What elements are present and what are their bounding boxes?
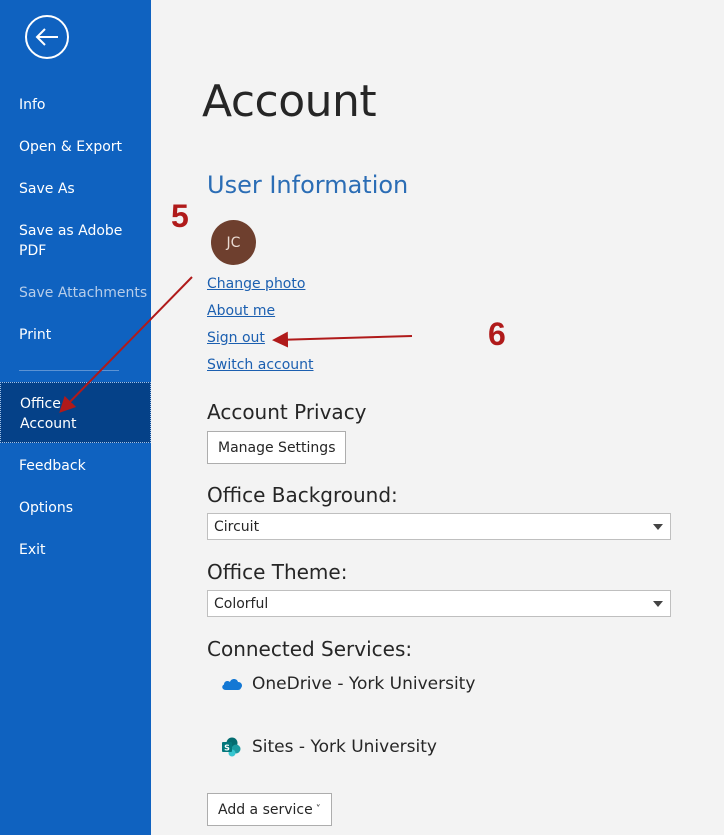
service-sites: S Sites - York University [221, 737, 437, 757]
back-arrow-icon [35, 28, 58, 46]
sidebar-item-info[interactable]: Info [0, 95, 151, 115]
office-theme-heading: Office Theme: [207, 560, 348, 584]
step-5-annotation: 5 [171, 198, 189, 234]
sidebar-item-save-as[interactable]: Save As [0, 179, 151, 199]
switch-account-link[interactable]: Switch account [207, 357, 314, 373]
office-background-dropdown[interactable]: Circuit [207, 513, 671, 540]
step-6-annotation: 6 [488, 316, 506, 352]
service-onedrive: OneDrive - York University [221, 674, 475, 694]
office-theme-dropdown[interactable]: Colorful [207, 590, 671, 617]
chevron-down-icon [653, 601, 663, 607]
svg-text:S: S [224, 744, 230, 753]
about-me-link[interactable]: About me [207, 303, 275, 319]
sidebar-item-save-attachments: Save Attachments [19, 285, 148, 301]
user-information-heading: User Information [207, 171, 409, 199]
manage-settings-button[interactable]: Manage Settings [207, 431, 347, 464]
sign-out-link[interactable]: Sign out [207, 330, 265, 346]
onedrive-icon [221, 677, 243, 691]
sidebar-item-options[interactable]: Options [0, 498, 151, 518]
sidebar-item-print[interactable]: Print [0, 325, 151, 345]
sidebar-item-office-account[interactable]: Office Account [0, 382, 151, 443]
service-label: OneDrive - York University [252, 674, 476, 694]
sidebar-item-open-export[interactable]: Open & Export [0, 137, 151, 157]
connected-services-heading: Connected Services: [207, 637, 413, 661]
account-pane: Account User Information JC Change photo… [151, 0, 724, 835]
sharepoint-icon: S [221, 737, 243, 757]
avatar: JC [211, 220, 256, 265]
office-theme-value: Colorful [214, 595, 269, 612]
chevron-down-icon [653, 524, 663, 530]
backstage-sidebar: Info Open & Export Save As Save as Adobe… [0, 0, 151, 835]
office-background-heading: Office Background: [207, 483, 398, 507]
sidebar-divider [19, 370, 119, 371]
account-privacy-heading: Account Privacy [207, 400, 367, 424]
add-service-button[interactable]: Add a service ˅ [207, 793, 332, 826]
back-button[interactable] [25, 15, 69, 59]
sidebar-item-feedback[interactable]: Feedback [0, 456, 151, 476]
sidebar-item-save-as-adobe-pdf[interactable]: Save as Adobe PDF [0, 221, 140, 261]
office-background-value: Circuit [214, 518, 260, 535]
service-label: Sites - York University [252, 737, 437, 757]
add-service-label: Add a service [218, 801, 313, 818]
sidebar-item-exit[interactable]: Exit [0, 540, 151, 560]
change-photo-link[interactable]: Change photo [207, 276, 305, 292]
chevron-down-icon: ˅ [315, 804, 321, 815]
page-title: Account [202, 76, 377, 127]
